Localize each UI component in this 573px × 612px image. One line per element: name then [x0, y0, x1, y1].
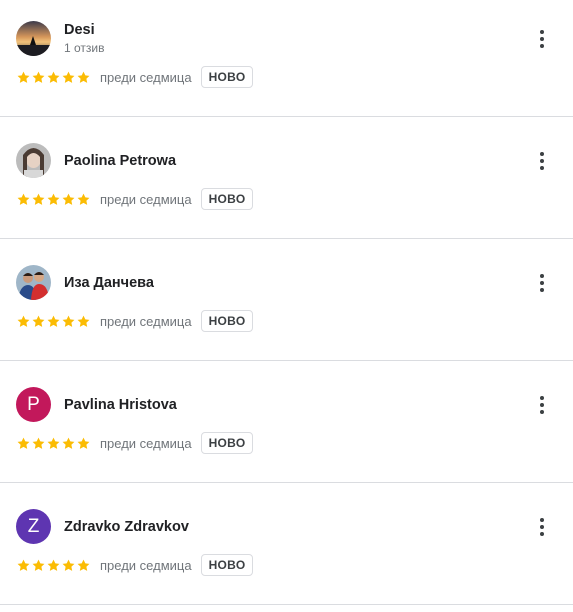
more-vert-icon [540, 518, 544, 522]
review-card: Desi 1 отзив преди седмица НОВО [0, 0, 573, 117]
star-icon [76, 192, 91, 207]
new-badge: НОВО [200, 554, 254, 576]
star-icon [76, 314, 91, 329]
review-card: Z Zdravko Zdravkov преди седмица НОВО [0, 483, 573, 605]
rating-row: преди седмица НОВО [16, 310, 254, 332]
reviewer-name[interactable]: Pavlina Hristova [64, 397, 177, 413]
review-time: преди седмица [100, 191, 192, 207]
review-card: Иза Данчева преди седмица НОВО [0, 239, 573, 361]
review-time: преди седмица [100, 557, 192, 573]
avatar-letter: P [27, 393, 40, 415]
avatar[interactable]: P [16, 387, 51, 422]
avatar[interactable]: Z [16, 509, 51, 544]
star-icon [46, 436, 61, 451]
more-vert-icon [540, 152, 544, 156]
more-options-button[interactable] [528, 147, 556, 175]
star-icon [46, 314, 61, 329]
avatar[interactable] [16, 265, 51, 300]
star-icon [76, 436, 91, 451]
review-time: преди седмица [100, 313, 192, 329]
star-icon [31, 70, 46, 85]
new-badge: НОВО [200, 310, 254, 332]
rating-row: преди седмица НОВО [16, 66, 254, 88]
star-icon [76, 70, 91, 85]
reviewer-name[interactable]: Иза Данчева [64, 275, 154, 291]
more-options-button[interactable] [528, 513, 556, 541]
review-card: Paolina Petrowa преди седмица НОВО [0, 117, 573, 239]
star-icon [16, 436, 31, 451]
reviewer-name[interactable]: Desi [64, 22, 95, 38]
star-rating [16, 314, 91, 329]
star-icon [16, 192, 31, 207]
star-rating [16, 558, 91, 573]
reviewer-name[interactable]: Zdravko Zdravkov [64, 519, 189, 535]
star-icon [61, 314, 76, 329]
star-icon [61, 192, 76, 207]
star-icon [46, 192, 61, 207]
star-icon [31, 436, 46, 451]
avatar-letter: Z [27, 515, 40, 537]
star-icon [46, 558, 61, 573]
new-badge: НОВО [200, 432, 254, 454]
new-badge: НОВО [200, 66, 254, 88]
more-options-button[interactable] [528, 391, 556, 419]
star-icon [16, 314, 31, 329]
review-count[interactable]: 1 отзив [64, 41, 105, 55]
star-icon [31, 558, 46, 573]
star-icon [31, 314, 46, 329]
avatar[interactable] [16, 21, 51, 56]
more-options-button[interactable] [528, 269, 556, 297]
star-icon [61, 436, 76, 451]
reviewer-name[interactable]: Paolina Petrowa [64, 153, 176, 169]
star-icon [61, 558, 76, 573]
avatar[interactable] [16, 143, 51, 178]
more-vert-icon [540, 30, 544, 34]
new-badge: НОВО [200, 188, 254, 210]
more-vert-icon [540, 396, 544, 400]
rating-row: преди седмица НОВО [16, 188, 254, 210]
more-vert-icon [540, 274, 544, 278]
star-icon [76, 558, 91, 573]
star-icon [16, 558, 31, 573]
rating-row: преди седмица НОВО [16, 432, 254, 454]
review-time: преди седмица [100, 435, 192, 451]
star-rating [16, 436, 91, 451]
star-icon [16, 70, 31, 85]
star-icon [31, 192, 46, 207]
star-rating [16, 70, 91, 85]
star-icon [46, 70, 61, 85]
more-options-button[interactable] [528, 25, 556, 53]
review-time: преди седмица [100, 69, 192, 85]
star-icon [61, 70, 76, 85]
rating-row: преди седмица НОВО [16, 554, 254, 576]
star-rating [16, 192, 91, 207]
review-card: P Pavlina Hristova преди седмица НОВО [0, 361, 573, 483]
